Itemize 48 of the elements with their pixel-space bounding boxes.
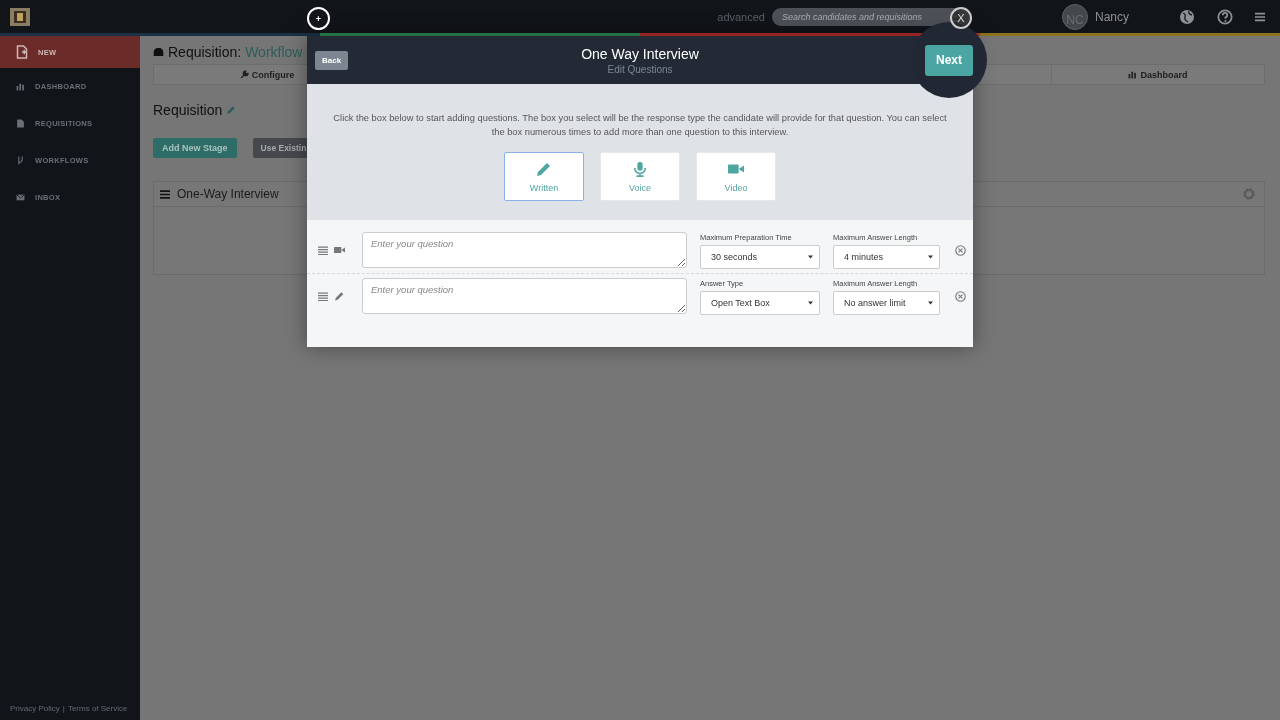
section-title: Requisition bbox=[153, 102, 223, 118]
video-camera-icon bbox=[334, 245, 345, 255]
logo-icon[interactable] bbox=[10, 7, 30, 26]
action-button[interactable]: Add New Stage bbox=[153, 138, 237, 158]
question-field[interactable]: Enter your question bbox=[362, 278, 687, 314]
menu-icon[interactable] bbox=[1255, 11, 1265, 22]
response-type-option[interactable]: Written bbox=[504, 152, 584, 201]
caret-icon bbox=[808, 255, 813, 259]
user-name[interactable]: Nancy bbox=[1095, 9, 1129, 24]
globe-icon[interactable] bbox=[1179, 8, 1195, 25]
help-icon[interactable] bbox=[1217, 8, 1233, 25]
document-icon bbox=[16, 119, 25, 128]
remove-icon[interactable] bbox=[955, 291, 966, 302]
footer-link[interactable]: Privacy Policy bbox=[10, 704, 60, 713]
separator-text: | bbox=[62, 704, 65, 713]
drag-handle-icon[interactable] bbox=[318, 292, 328, 301]
dropdown[interactable]: 4 minutes bbox=[833, 245, 940, 269]
page-title: Requisition: bbox=[168, 44, 242, 60]
fork-icon bbox=[16, 156, 25, 165]
back-button[interactable]: Back bbox=[315, 51, 349, 70]
response-type-option[interactable]: Voice bbox=[600, 152, 680, 201]
envelope-icon bbox=[16, 193, 25, 202]
remove-icon[interactable] bbox=[955, 245, 966, 256]
menu-icon[interactable] bbox=[160, 189, 170, 199]
bar-chart-icon bbox=[1128, 70, 1138, 79]
instructions-text: Click the box below to start adding questions. The box you select will be the response type the candidate will provide for that question. You can select the box numerous times to add more than one question to this interview. bbox=[332, 112, 948, 139]
footer-link[interactable]: Terms of Service bbox=[67, 704, 128, 713]
dropdown[interactable]: No answer limit bbox=[833, 291, 940, 315]
panel-title: One-Way Interview bbox=[177, 187, 279, 201]
pencil-icon bbox=[334, 291, 345, 301]
dropdown[interactable]: 30 seconds bbox=[700, 245, 820, 269]
advanced-link[interactable]: advanced bbox=[717, 10, 765, 23]
step-tab[interactable]: Dashboard bbox=[1051, 65, 1264, 84]
dialog-title: One Way Interview bbox=[581, 45, 699, 62]
caret-icon bbox=[928, 301, 933, 305]
pencil-icon bbox=[536, 160, 552, 177]
new-document-icon bbox=[16, 45, 28, 59]
next-button[interactable]: Next bbox=[925, 44, 973, 76]
drag-handle-icon[interactable] bbox=[318, 246, 328, 255]
wrench-icon bbox=[239, 70, 249, 79]
dialog-subtitle: Edit Questions bbox=[606, 63, 674, 75]
dropdown[interactable]: Open Text Box bbox=[700, 291, 820, 315]
bar-chart-icon bbox=[16, 82, 25, 91]
caret-icon bbox=[928, 255, 933, 259]
caret-icon bbox=[808, 301, 813, 305]
question-field[interactable]: Enter your question bbox=[362, 232, 687, 268]
response-type-option[interactable]: Video bbox=[696, 152, 776, 201]
microphone-icon bbox=[632, 160, 648, 177]
